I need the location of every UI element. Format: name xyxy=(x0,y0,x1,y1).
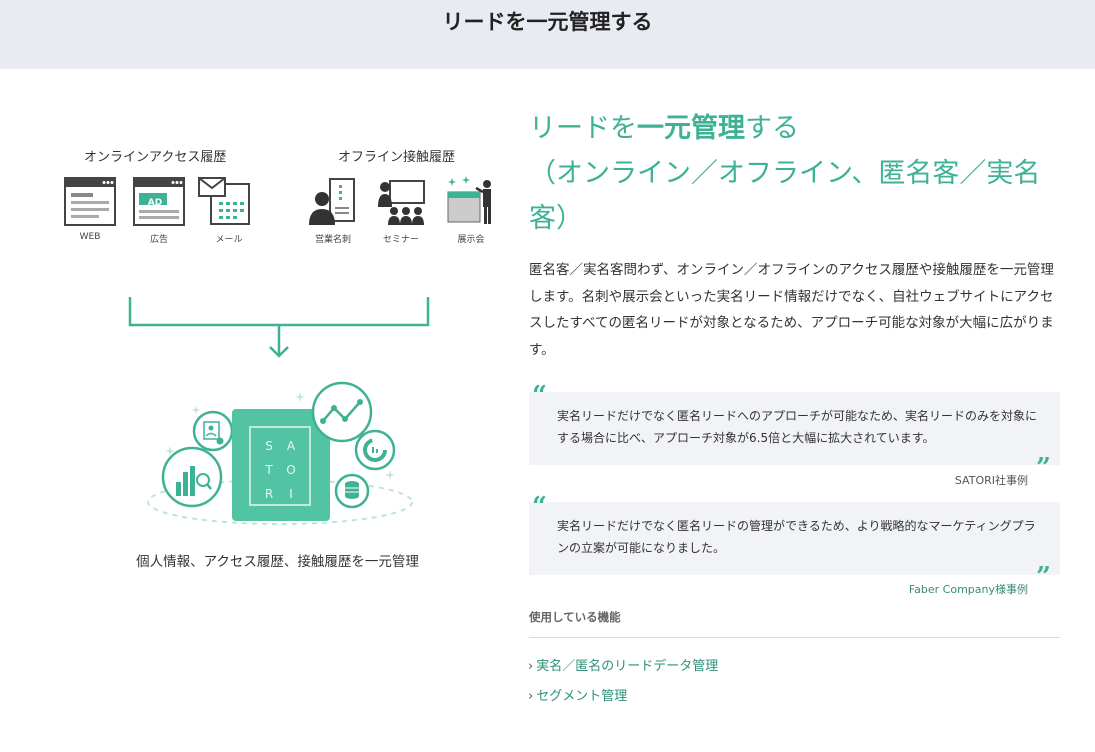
feature-link-segment[interactable]: › セグメント管理 xyxy=(528,685,627,704)
customer-quote-2: 実名リードだけでなく匿名リードの管理ができるため、より戦略的なマーケティングプラ… xyxy=(529,502,1060,575)
customer-quote-1: 実名リードだけでなく匿名リードへのアプローチが可能なため、実名リードのみを対象に… xyxy=(529,392,1060,465)
open-quote-icon: “ xyxy=(532,492,547,522)
chevron-right-icon: › xyxy=(528,689,534,704)
seminar-icon xyxy=(378,180,425,225)
satori-hub-graphic xyxy=(147,381,413,525)
features-divider xyxy=(529,637,1060,638)
quote-source: SATORI社事例 xyxy=(954,474,1028,487)
exhibition-label: 展示会 xyxy=(457,235,485,245)
logo-letter: O xyxy=(286,463,296,477)
features-used-title: 使用している機能 xyxy=(529,610,621,624)
close-quote-icon: ” xyxy=(1036,453,1051,483)
feature-headline: リードを一元管理する （オンライン／オフライン、匿名客／実名 客） xyxy=(529,113,1041,234)
online-history-title: オンラインアクセス履歴 xyxy=(84,150,227,165)
logo-letter: R xyxy=(264,487,274,501)
close-quote-icon: ” xyxy=(1036,562,1051,592)
lead-management-illustration: オンラインアクセス履歴 オフライン接触履歴 WEB AD 広告 メール 営業名刺… xyxy=(40,130,520,590)
quote-text: 実名リードだけでなく匿名リードへのアプローチが可能なため、実名リードのみを対象に… xyxy=(557,409,1038,445)
logo-letter: S xyxy=(265,439,273,453)
quote-text: 実名リードだけでなく匿名リードの管理ができるため、より戦略的なマーケティングプラ… xyxy=(557,519,1036,555)
feature-description: リードを一元管理する （オンライン／オフライン、匿名客／実名 客） 匿名客／実名… xyxy=(529,106,1061,363)
web-browser-icon xyxy=(64,177,116,226)
business-card-icon xyxy=(309,178,355,225)
feature-link-lead-data[interactable]: › 実名／匿名のリードデータ管理 xyxy=(528,655,718,674)
merge-arrow-connector xyxy=(128,297,430,358)
logo-letter: A xyxy=(286,439,296,453)
ad-label: 広告 xyxy=(149,235,168,245)
web-label: WEB xyxy=(79,232,101,242)
offline-history-title: オフライン接触履歴 xyxy=(338,150,456,165)
ad-text: AD xyxy=(147,198,163,208)
chevron-right-icon: › xyxy=(528,659,534,674)
logo-letter: I xyxy=(289,487,293,501)
feature-body-text: 匿名客／実名客問わず、オンライン／オフラインのアクセス履歴や接触履歴を一元管理し… xyxy=(529,262,1054,358)
seminar-label: セミナー xyxy=(382,235,419,245)
mail-label: メール xyxy=(215,235,243,245)
open-quote-icon: “ xyxy=(532,381,547,411)
logo-letter: T xyxy=(265,463,273,477)
section-title: リードを一元管理する xyxy=(442,10,653,34)
quote-source-link[interactable]: Faber Company様事例 xyxy=(909,581,1028,597)
mail-icon xyxy=(198,177,250,225)
illustration-caption: 個人情報、アクセス履歴、接触履歴を一元管理 xyxy=(136,554,419,570)
exhibition-icon xyxy=(447,176,491,224)
business-card-label: 営業名刺 xyxy=(314,235,351,245)
